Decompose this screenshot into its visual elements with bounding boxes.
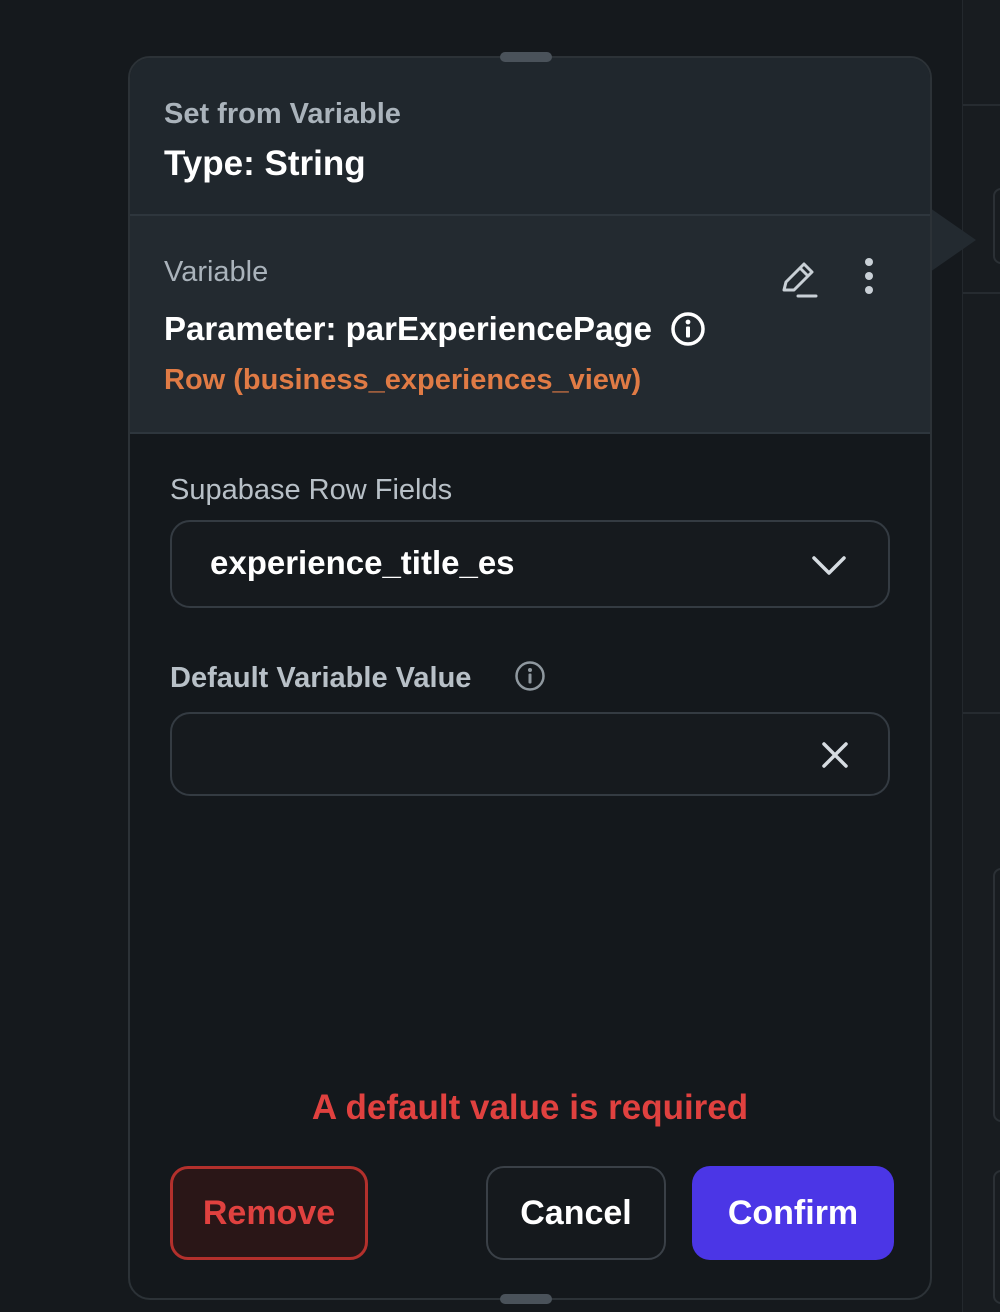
close-icon[interactable]	[818, 738, 852, 772]
drag-handle-icon[interactable]	[500, 1294, 552, 1304]
edit-icon[interactable]	[776, 256, 820, 300]
info-icon[interactable]	[514, 660, 546, 692]
row-fields-selected-value: experience_title_es	[210, 544, 515, 581]
background-field	[993, 188, 1000, 264]
variable-name-row: Parameter: parExperiencePage	[164, 310, 706, 348]
background-field	[993, 868, 1000, 1122]
variable-type-label: Type: String	[164, 144, 366, 183]
default-value-input[interactable]	[170, 712, 890, 796]
drag-handle-icon[interactable]	[500, 52, 552, 62]
variable-name: Parameter: parExperiencePage	[164, 310, 652, 347]
remove-button[interactable]: Remove	[170, 1166, 368, 1260]
set-from-variable-popover: Set from Variable Type: String Variable …	[128, 56, 932, 1300]
divider	[963, 292, 1000, 294]
variable-overline: Variable	[164, 256, 269, 288]
validation-error: A default value is required	[311, 1088, 749, 1127]
variable-section[interactable]: Variable Parameter: parExperiencePage Ro…	[130, 216, 930, 434]
info-icon[interactable]	[670, 311, 706, 347]
popover-overline: Set from Variable	[164, 98, 401, 130]
background-field	[993, 1170, 1000, 1304]
more-vertical-icon[interactable]	[854, 254, 884, 302]
chevron-down-icon	[812, 556, 846, 575]
popover-header: Set from Variable Type: String	[130, 58, 930, 216]
default-value-label: Default Variable Value	[170, 662, 472, 694]
row-fields-label: Supabase Row Fields	[170, 474, 453, 506]
divider	[963, 104, 1000, 106]
divider	[963, 712, 1000, 714]
row-fields-dropdown[interactable]: experience_title_es	[170, 520, 890, 608]
cancel-button[interactable]: Cancel	[486, 1166, 666, 1260]
confirm-button[interactable]: Confirm	[692, 1166, 894, 1260]
popover-pointer	[930, 208, 976, 272]
variable-row-type: Row (business_experiences_view)	[164, 364, 642, 396]
background-properties-panel	[962, 0, 1000, 1312]
